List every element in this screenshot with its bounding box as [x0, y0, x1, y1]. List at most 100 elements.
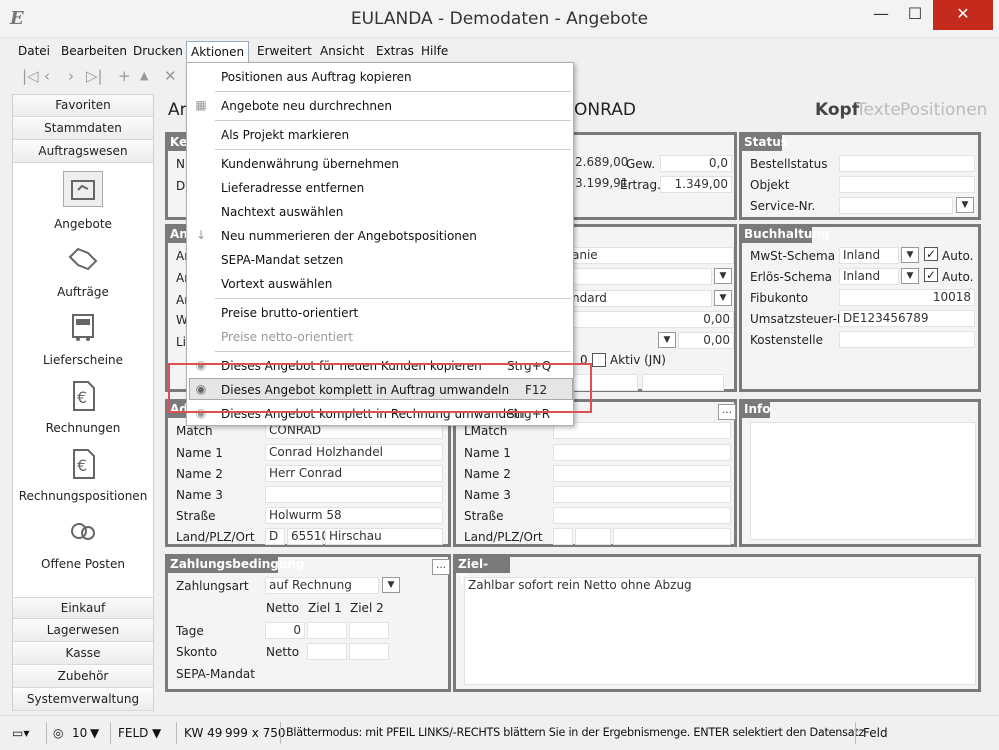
auftraege-icon[interactable]	[63, 243, 103, 279]
strasse-field[interactable]: Holwurm 58	[265, 507, 443, 524]
mwst-schema-dropdown[interactable]: ▼	[901, 247, 919, 263]
anschrift-select-1[interactable]	[568, 268, 712, 285]
nav-einkauf[interactable]: Einkauf	[13, 597, 153, 619]
zahlungsart-dropdown[interactable]: ▼	[382, 577, 400, 593]
menu-nachtext[interactable]: Nachtext auswählen	[221, 205, 343, 219]
menu-kundenwaehrung[interactable]: Kundenwährung übernehmen	[221, 157, 399, 171]
angebote-icon[interactable]	[63, 171, 103, 207]
skonto-ziel2-field[interactable]	[349, 643, 389, 660]
plz-field[interactable]: 65510	[287, 528, 329, 545]
gew-field[interactable]: 0,0	[660, 155, 732, 172]
lieferadresse-more-button[interactable]: …	[718, 404, 736, 420]
anschrift-dropdown-1[interactable]: ▼	[714, 268, 732, 284]
bereich-dropdown[interactable]: ▼	[714, 290, 732, 306]
previous-record-icon[interactable]: ‹	[44, 67, 50, 85]
l-name1-field[interactable]	[553, 444, 731, 461]
first-record-icon[interactable]: |◁	[22, 67, 39, 85]
bereich-field[interactable]: ndard	[568, 290, 712, 307]
nav-label-lieferscheine[interactable]: Lieferscheine	[13, 353, 153, 367]
kostenstelle-field[interactable]	[839, 331, 975, 348]
bestellstatus-field[interactable]	[839, 155, 975, 172]
anschrift-dropdown-2[interactable]: ▼	[658, 332, 676, 348]
menu-neu-durchrechnen[interactable]: Angebote neu durchrechnen	[221, 99, 392, 113]
rechnungen-icon[interactable]: €	[63, 379, 103, 415]
nav-stammdaten[interactable]: Stammdaten	[13, 118, 153, 140]
menu-erweitert[interactable]: Erweitert	[257, 44, 312, 58]
nav-label-offene-posten[interactable]: Offene Posten	[13, 557, 153, 571]
skonto-ziel1-field[interactable]	[307, 643, 347, 660]
menu-aktionen[interactable]: Aktionen	[186, 41, 250, 63]
nav-systemverwaltung[interactable]: Systemverwaltung	[13, 689, 153, 711]
mwst-schema-field[interactable]: Inland	[839, 247, 899, 264]
erloes-schema-field[interactable]: Inland	[839, 268, 899, 285]
nav-label-rechnungspositionen[interactable]: Rechnungspositionen	[13, 489, 153, 503]
menu-drucken[interactable]: Drucken	[133, 44, 183, 58]
mwst-auto-checkbox[interactable]: ✓	[924, 247, 938, 261]
nav-favoriten[interactable]: Favoriten	[13, 95, 153, 117]
info-textarea[interactable]	[750, 422, 976, 540]
erloes-auto-checkbox[interactable]: ✓	[924, 268, 938, 282]
l-strasse-field[interactable]	[553, 507, 731, 524]
name2-field[interactable]: Herr Conrad	[265, 465, 443, 482]
fibukonto-field[interactable]: 10018	[839, 289, 975, 306]
zahlung-more-button[interactable]: …	[432, 559, 450, 575]
tab-kopf[interactable]: Kopf	[815, 100, 859, 120]
erloes-schema-dropdown[interactable]: ▼	[901, 268, 919, 284]
tage-ziel2-field[interactable]	[349, 622, 389, 639]
offene-posten-icon[interactable]	[63, 515, 103, 551]
close-button[interactable]: ✕	[933, 0, 993, 30]
menu-extras[interactable]: Extras	[376, 44, 414, 58]
nav-auftragswesen[interactable]: Auftragswesen	[13, 141, 153, 163]
name3-field[interactable]	[265, 486, 443, 503]
l-ort-field[interactable]	[613, 528, 731, 545]
ust-id-field[interactable]: DE123456789	[839, 310, 975, 327]
objekt-field[interactable]	[839, 176, 975, 193]
l-plz-field[interactable]	[575, 528, 611, 545]
tab-positionen[interactable]: Positionen	[900, 100, 987, 120]
record-count-dropdown-icon[interactable]: ▼	[90, 726, 99, 740]
menu-datei[interactable]: Datei	[18, 44, 50, 58]
l-name2-field[interactable]	[553, 465, 731, 482]
nav-label-angebote[interactable]: Angebote	[13, 217, 153, 231]
nav-label-auftraege[interactable]: Aufträge	[13, 285, 153, 299]
land-field[interactable]: anie	[568, 247, 734, 264]
ziel-text-textarea[interactable]: Zahlbar sofort rein Netto ohne Abzug	[464, 577, 976, 685]
lieferscheine-icon[interactable]	[63, 311, 103, 347]
menu-bearbeiten[interactable]: Bearbeiten	[61, 44, 127, 58]
move-up-icon[interactable]: ▲	[140, 69, 148, 82]
menu-neu-nummerieren[interactable]: Neu nummerieren der Angebotspositionen	[221, 229, 477, 243]
zahlungsart-field[interactable]: auf Rechnung	[265, 577, 379, 594]
l-land-field[interactable]	[553, 528, 573, 545]
last-record-icon[interactable]: ▷|	[86, 67, 103, 85]
add-record-icon[interactable]: +	[118, 67, 131, 85]
tab-texte[interactable]: Texte	[856, 100, 901, 120]
menu-hilfe[interactable]: Hilfe	[421, 44, 448, 58]
anschrift-value-1[interactable]: 0,00	[568, 311, 734, 328]
lmatch-field[interactable]	[553, 422, 731, 439]
menu-positionen-kopieren[interactable]: Positionen aus Auftrag kopieren	[221, 70, 412, 84]
menu-ansicht[interactable]: Ansicht	[320, 44, 364, 58]
next-record-icon[interactable]: ›	[68, 67, 74, 85]
service-nr-dropdown[interactable]: ▼	[956, 197, 974, 213]
menu-sepa-mandat[interactable]: SEPA-Mandat setzen	[221, 253, 343, 267]
nav-lagerwesen[interactable]: Lagerwesen	[13, 620, 153, 642]
aktiv-checkbox[interactable]	[592, 353, 606, 367]
menu-lieferadresse-entfernen[interactable]: Lieferadresse entfernen	[221, 181, 364, 195]
nav-zubehoer[interactable]: Zubehör	[13, 666, 153, 688]
menu-als-projekt[interactable]: Als Projekt markieren	[221, 128, 349, 142]
tage-netto-field[interactable]: 0	[265, 622, 305, 639]
layout-icon[interactable]: ▭▾	[12, 726, 29, 740]
ort-field[interactable]: Hirschau	[325, 528, 443, 545]
mode-dropdown-icon[interactable]: ▼	[152, 726, 161, 740]
menu-preise-brutto[interactable]: Preise brutto-orientiert	[221, 306, 358, 320]
anschrift-value-2[interactable]: 0,00	[678, 332, 734, 349]
tage-ziel1-field[interactable]	[307, 622, 347, 639]
name1-field[interactable]: Conrad Holzhandel	[265, 444, 443, 461]
delete-record-icon[interactable]: ✕	[164, 67, 177, 85]
service-nr-field[interactable]	[839, 197, 953, 214]
menu-vortext[interactable]: Vortext auswählen	[221, 277, 332, 291]
nav-kasse[interactable]: Kasse	[13, 643, 153, 665]
maximize-button[interactable]: ☐	[892, 0, 938, 30]
nav-label-rechnungen[interactable]: Rechnungen	[13, 421, 153, 435]
l-name3-field[interactable]	[553, 486, 731, 503]
